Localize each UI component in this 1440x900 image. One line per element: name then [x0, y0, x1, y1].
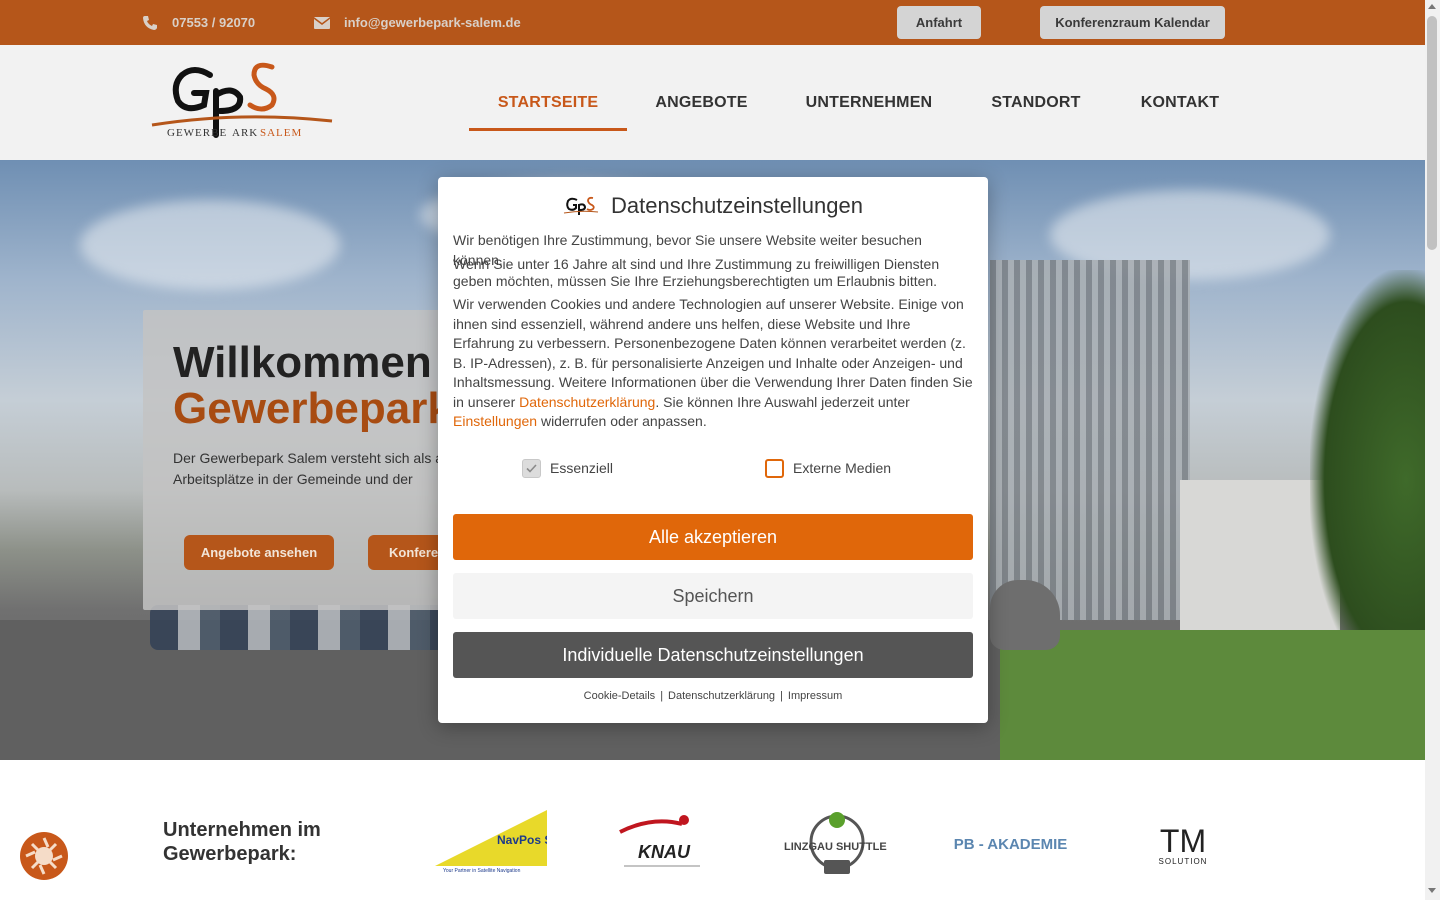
modal-header: Datenschutzeinstellungen — [438, 191, 988, 221]
modal-title: Datenschutzeinstellungen — [611, 193, 863, 218]
consent-paragraph-3: Wir verwenden Cookies und andere Technol… — [453, 295, 975, 432]
scroll-down-arrow-icon[interactable] — [1428, 888, 1436, 893]
consent-paragraph-2: Wenn Sie unter 16 Jahre alt sind und Ihr… — [453, 256, 940, 289]
externe-medien-checkbox-row[interactable]: Externe Medien — [765, 458, 891, 478]
privacy-consent-modal: Datenschutzeinstellungen Wir benötigen I… — [438, 177, 988, 723]
consent-text-c: widerrufen oder anpassen. — [537, 413, 707, 429]
checkmark-icon — [526, 463, 537, 473]
privacy-link[interactable]: Datenschutzerklärung — [668, 690, 775, 702]
essenziell-label: Essenziell — [550, 460, 614, 476]
page-scrollbar[interactable] — [1425, 0, 1440, 900]
accept-all-button[interactable]: Alle akzeptieren — [453, 514, 973, 560]
externe-medien-checkbox[interactable] — [765, 458, 784, 478]
consent-text-b: . Sie können Ihre Auswahl jederzeit unte… — [655, 393, 910, 410]
link-separator: | — [780, 690, 783, 702]
cookie-details-link[interactable]: Cookie-Details — [584, 690, 656, 702]
modal-footer-links: Cookie-Details | Datenschutzerklärung | Impr… — [438, 690, 988, 702]
individual-settings-button[interactable]: Individuelle Datenschutzeinstellungen — [453, 632, 973, 678]
imprint-link[interactable]: Impressum — [788, 690, 842, 702]
scroll-up-arrow-icon[interactable] — [1428, 4, 1436, 9]
link-separator: | — [660, 690, 664, 702]
save-button[interactable]: Speichern — [453, 573, 973, 619]
privacy-policy-link[interactable]: Datenschutzerklärung — [519, 394, 655, 410]
essenziell-checkbox[interactable] — [522, 458, 541, 478]
gps-small-logo — [563, 196, 599, 215]
consent-text-a: Wir verwenden Cookies und andere Technol… — [453, 296, 973, 410]
essenziell-checkbox-row[interactable]: Essenziell — [522, 458, 613, 478]
scrollbar-thumb[interactable] — [1427, 16, 1437, 250]
settings-link[interactable]: Einstellungen — [453, 413, 537, 429]
externe-medien-label: Externe Medien — [793, 460, 892, 476]
